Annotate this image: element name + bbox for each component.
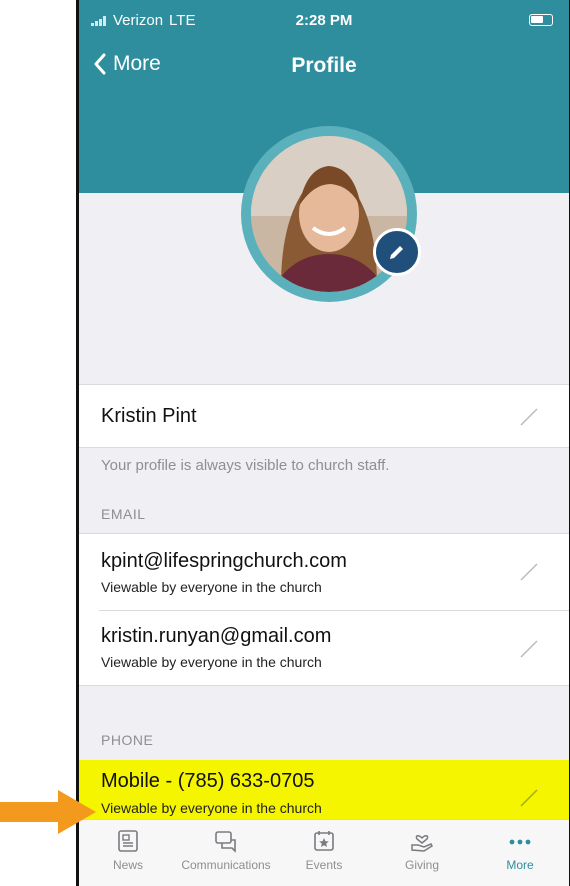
name-row[interactable]: Kristin Pint [79, 384, 569, 448]
edit-pencil-icon[interactable] [519, 407, 539, 427]
email-section-label: EMAIL [101, 506, 146, 522]
email-visibility: Viewable by everyone in the church [101, 579, 322, 595]
page-title: Profile [291, 54, 357, 77]
tab-events[interactable]: Events [275, 820, 373, 886]
phone-screen: Verizon LTE 2:28 PM More Profile Kristin… [76, 0, 570, 886]
orange-arrow-annotation [0, 790, 96, 834]
pencil-icon [390, 246, 403, 259]
tab-label: News [112, 858, 143, 872]
email-visibility: Viewable by everyone in the church [101, 654, 322, 670]
email-value: kristin.runyan@gmail.com [101, 625, 332, 647]
battery-icon [529, 14, 553, 26]
tab-label: Communications [181, 858, 271, 872]
phone-section-label: PHONE [101, 732, 154, 748]
avatar-ring [241, 126, 417, 302]
edit-pencil-icon[interactable] [519, 788, 539, 808]
giving-hand-heart-icon [411, 835, 433, 852]
edit-pencil-icon[interactable] [519, 562, 539, 582]
nav-bar: More Profile [79, 52, 569, 82]
calendar-star-icon [314, 831, 334, 851]
tab-communications[interactable]: Communications [177, 820, 275, 886]
email-list: kpint@lifespringchurch.com Viewable by e… [79, 533, 569, 686]
tab-label: Giving [404, 858, 439, 872]
email-value: kpint@lifespringchurch.com [101, 550, 347, 572]
more-dots-icon [509, 839, 531, 845]
tab-label: More [506, 858, 534, 872]
email-item[interactable]: kristin.runyan@gmail.com Viewable by eve… [79, 611, 569, 687]
tab-label: Events [305, 858, 343, 872]
news-icon [118, 830, 138, 852]
profile-name: Kristin Pint [101, 405, 197, 427]
edit-pencil-icon[interactable] [519, 639, 539, 659]
tab-giving[interactable]: Giving [373, 820, 471, 886]
visibility-note: Your profile is always visible to church… [101, 457, 390, 474]
phone-value: Mobile - (785) 633-0705 [101, 770, 315, 792]
edit-photo-button[interactable] [373, 228, 421, 276]
tab-more[interactable]: More [471, 820, 569, 886]
phone-item[interactable]: Mobile - (785) 633-0705 Viewable by ever… [79, 760, 569, 820]
phone-visibility: Viewable by everyone in the church [101, 800, 322, 816]
status-bar: Verizon LTE 2:28 PM [79, 10, 569, 30]
email-item[interactable]: kpint@lifespringchurch.com Viewable by e… [79, 534, 569, 610]
chat-icon [215, 831, 236, 853]
clock: 2:28 PM [295, 12, 353, 29]
tab-bar: News Communications Events Giving More [79, 819, 569, 886]
